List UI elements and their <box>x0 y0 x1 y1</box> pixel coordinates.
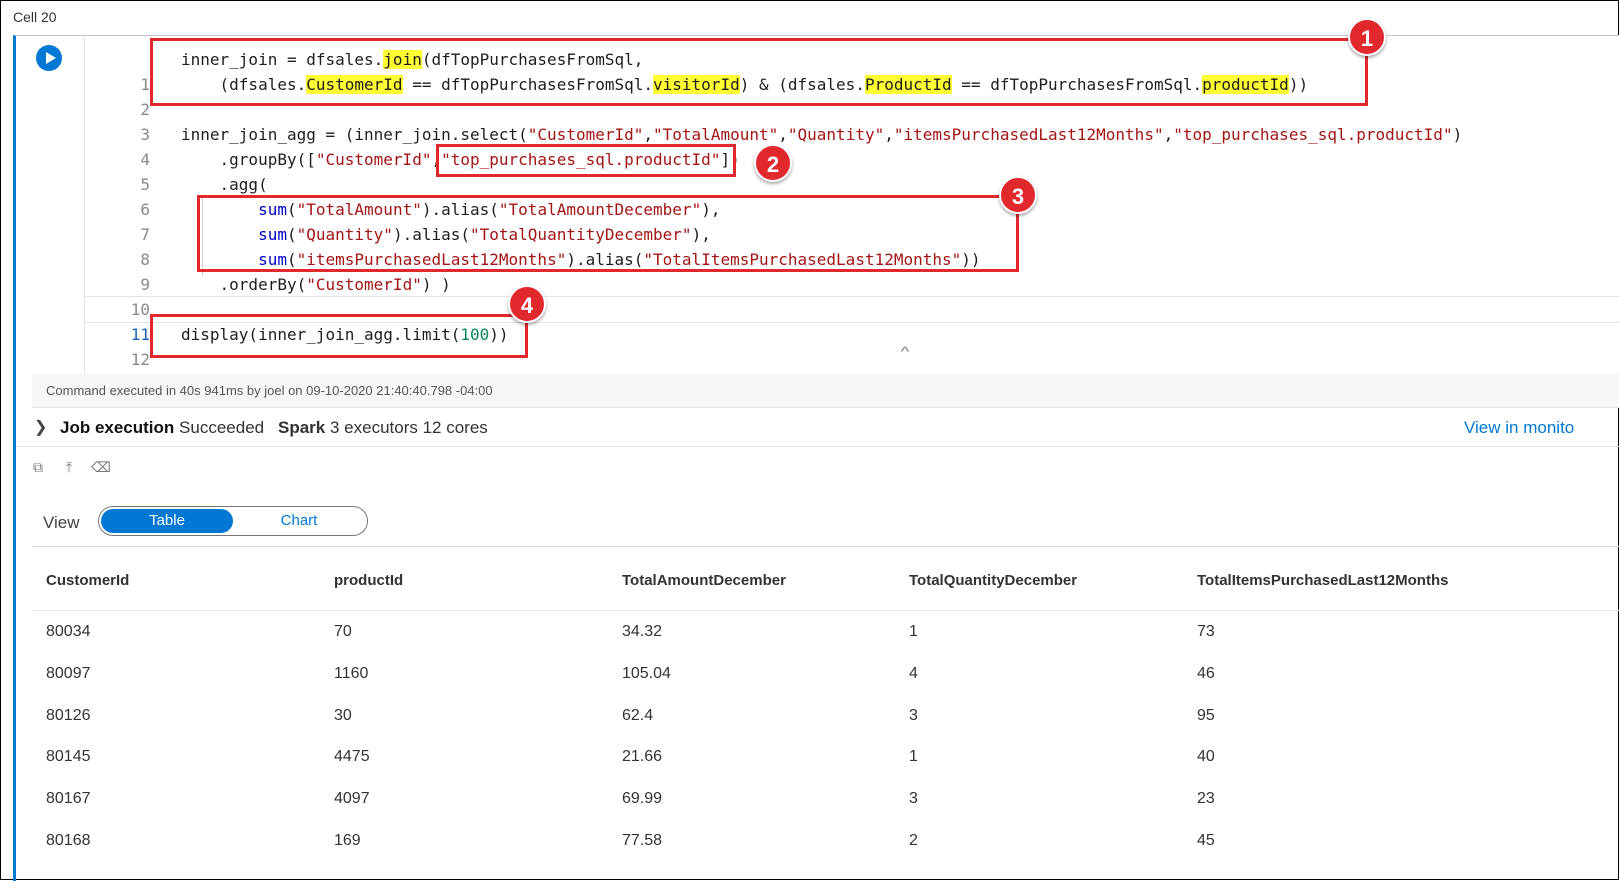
table-cell: 30 <box>334 707 352 724</box>
execution-status: Command executed in 40s 941ms by joel on… <box>32 374 1619 408</box>
job-execution-bar: ❯ Job execution Succeeded Spark 3 execut… <box>16 409 1619 447</box>
table-cell: 77.58 <box>622 832 663 849</box>
table-cell: 80167 <box>46 790 91 807</box>
table-cell: 4097 <box>334 790 370 807</box>
table-cell: 62.4 <box>622 707 654 724</box>
collapse-output-icon[interactable]: ⤒ <box>61 459 77 475</box>
annotation-badge-3: 3 <box>999 176 1037 214</box>
divider <box>32 610 1619 611</box>
annotation-badge-4: 4 <box>508 285 546 323</box>
code-line-5[interactable]: 5 .groupBy(["CustomerId","top_purchases_… <box>85 147 1619 194</box>
code-line-6[interactable]: 6 .agg( <box>85 172 1619 219</box>
annotation-box-4 <box>150 314 528 358</box>
table-cell: 70 <box>334 623 352 640</box>
table-cell: 1 <box>909 623 918 640</box>
view-in-monitoring-link[interactable]: View in monito <box>1464 409 1574 446</box>
table-cell: 1160 <box>334 665 369 682</box>
table-cell: 105.04 <box>622 665 671 682</box>
table-cell: 40 <box>1197 748 1215 765</box>
spark-detail: 3 executors 12 cores <box>329 418 488 437</box>
table-cell: 2 <box>909 832 918 849</box>
spark-label: Spark <box>278 418 326 437</box>
editor-gutter <box>16 36 85 374</box>
table-cell: 23 <box>1197 790 1215 807</box>
code-line-10[interactable]: 10 .orderBy("CustomerId") ) <box>85 272 1619 319</box>
table-cell: 73 <box>1197 623 1215 640</box>
run-cell-button[interactable] <box>36 45 62 71</box>
table-cell: 3 <box>909 707 918 724</box>
table-cell: 34.32 <box>622 623 663 640</box>
table-cell: 4 <box>909 665 918 682</box>
table-cell: 69.99 <box>622 790 663 807</box>
divider <box>32 546 1619 547</box>
column-header[interactable]: productId <box>334 572 403 589</box>
copy-icon[interactable]: ⧉ <box>30 459 46 475</box>
cell-label: Cell 20 <box>13 9 57 25</box>
table-cell: 4475 <box>334 748 370 765</box>
column-header[interactable]: CustomerId <box>46 572 129 589</box>
job-state: Succeeded <box>179 418 265 437</box>
annotation-box-2 <box>436 144 736 177</box>
table-cell: 80097 <box>46 665 91 682</box>
table-cell: 3 <box>909 790 918 807</box>
table-cell: 1 <box>909 748 918 765</box>
view-label: View <box>43 513 80 532</box>
annotation-box-1 <box>150 38 1368 106</box>
table-cell: 169 <box>334 832 361 849</box>
code-line-4[interactable]: 4 inner_join_agg = (inner_join.select("C… <box>85 122 1619 169</box>
table-cell: 21.66 <box>622 748 663 765</box>
annotation-badge-2: 2 <box>754 144 792 182</box>
eraser-icon[interactable]: ⌫ <box>91 459 111 475</box>
annotation-badge-1: 1 <box>1348 18 1386 56</box>
table-cell: 46 <box>1197 665 1215 682</box>
annotation-box-3 <box>197 195 1019 272</box>
notebook-cell[interactable]: 1 inner_join = dfsales.join(dfTopPurchas… <box>13 35 1619 881</box>
table-cell: 45 <box>1197 832 1215 849</box>
view-chart-option[interactable]: Chart <box>233 509 365 533</box>
collapse-chevron-icon[interactable]: ^ <box>901 344 910 359</box>
table-cell: 80126 <box>46 707 91 724</box>
view-table-option[interactable]: Table <box>101 509 233 533</box>
view-toggle: Table Chart <box>98 506 368 536</box>
chevron-right-icon[interactable]: ❯ <box>34 409 47 446</box>
column-header[interactable]: TotalQuantityDecember <box>909 572 1077 589</box>
job-execution-label: Job execution <box>60 418 175 437</box>
column-header[interactable]: TotalItemsPurchasedLast12Months <box>1197 572 1448 589</box>
line-number: 12 <box>130 350 150 369</box>
table-cell: 80145 <box>46 748 91 765</box>
table-cell: 95 <box>1197 707 1215 724</box>
table-cell: 80034 <box>46 623 91 640</box>
table-cell: 80168 <box>46 832 91 849</box>
column-header[interactable]: TotalAmountDecember <box>622 572 786 589</box>
